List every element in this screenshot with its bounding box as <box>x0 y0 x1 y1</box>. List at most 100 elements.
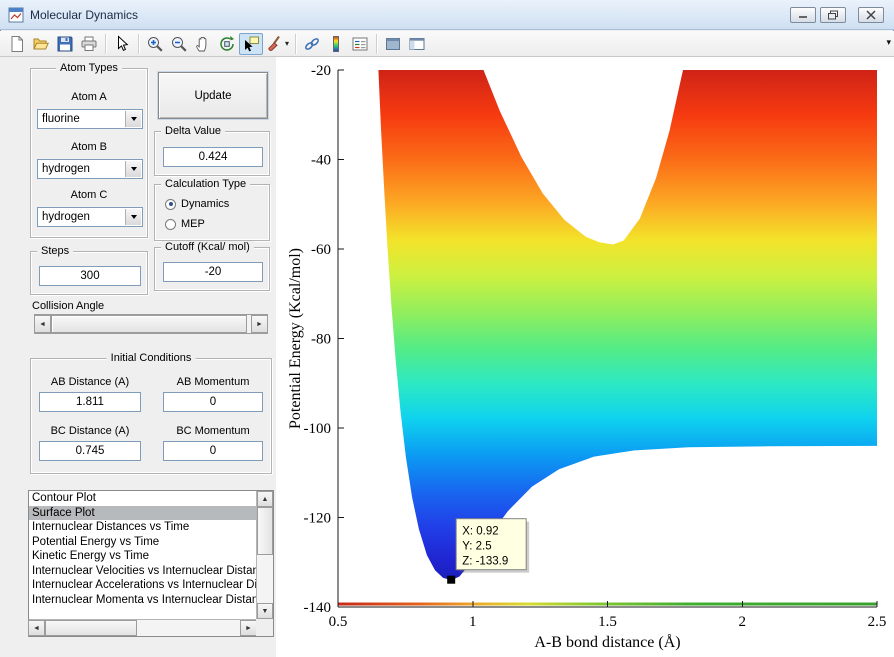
ab-distance-field[interactable] <box>39 392 141 412</box>
pan-icon <box>194 35 212 53</box>
show-plot-tools-button[interactable] <box>405 33 429 55</box>
slider-thumb[interactable] <box>51 315 247 333</box>
atom-a-dropdown[interactable]: fluorine <box>37 109 143 129</box>
list-item[interactable]: Internuclear Distances vs Time <box>29 520 256 535</box>
link-plot-button[interactable] <box>300 33 324 55</box>
radio-mep-label: MEP <box>181 218 205 230</box>
scroll-up-arrow[interactable]: ▲ <box>257 491 273 507</box>
surface-plot[interactable]: 0.511.522.5-140-120-100-80-60-40-20A-B b… <box>276 57 894 657</box>
edit-plot-button[interactable] <box>110 33 134 55</box>
atom-b-dropdown[interactable]: hydrogen <box>37 159 143 179</box>
toolbar-overflow-arrow[interactable]: ▾ <box>886 37 891 48</box>
new-file-button[interactable] <box>5 33 29 55</box>
zoom-in-button[interactable] <box>143 33 167 55</box>
insert-colorbar-button[interactable] <box>324 33 348 55</box>
atom-a-value: fluorine <box>42 113 80 125</box>
print-button[interactable] <box>77 33 101 55</box>
radio-mep[interactable]: MEP <box>165 218 205 230</box>
rotate-3d-button[interactable] <box>215 33 239 55</box>
update-button[interactable]: Update <box>158 72 268 119</box>
insert-legend-icon <box>351 35 369 53</box>
cutoff-panel: Cutoff (Kcal/ mol) <box>154 247 270 291</box>
ab-momentum-label: AB Momentum <box>163 376 263 388</box>
calculation-type-title: Calculation Type <box>161 178 250 190</box>
scroll-right-arrow[interactable]: ► <box>240 620 257 636</box>
vertical-scroll-thumb[interactable] <box>257 507 273 555</box>
dropdown-button[interactable] <box>125 111 141 127</box>
list-item[interactable]: Surface Plot <box>29 506 256 521</box>
open-file-button[interactable] <box>29 33 53 55</box>
radio-dynamics[interactable]: Dynamics <box>165 198 229 210</box>
svg-text:-80: -80 <box>311 332 331 348</box>
figure-icon <box>8 7 24 23</box>
svg-text:2: 2 <box>739 614 747 630</box>
collision-angle-slider[interactable]: ◄ ► <box>34 314 268 334</box>
brush-icon <box>266 35 284 53</box>
hide-plot-tools-button[interactable] <box>381 33 405 55</box>
pan-button[interactable] <box>191 33 215 55</box>
svg-text:Z: -133.9: Z: -133.9 <box>462 556 508 568</box>
bc-momentum-field[interactable] <box>163 441 263 461</box>
list-vertical-scrollbar[interactable]: ▲ ▼ <box>256 491 273 619</box>
insert-legend-button[interactable] <box>348 33 372 55</box>
horizontal-scroll-thumb[interactable] <box>45 620 137 636</box>
ab-momentum-field[interactable] <box>163 392 263 412</box>
bc-distance-field[interactable] <box>39 441 141 461</box>
window-title: Molecular Dynamics <box>30 8 138 22</box>
toolbar-separator <box>295 34 296 54</box>
brush-dropdown-arrow[interactable]: ▾ <box>285 39 289 48</box>
restore-button[interactable] <box>820 7 846 23</box>
minimize-icon <box>797 10 809 19</box>
close-button[interactable] <box>858 7 884 23</box>
steps-title: Steps <box>37 245 73 257</box>
scroll-left-arrow[interactable]: ◄ <box>28 620 45 636</box>
cutoff-field[interactable] <box>163 262 263 282</box>
atom-c-dropdown[interactable]: hydrogen <box>37 207 143 227</box>
list-item[interactable]: Internuclear Momenta vs Internuclear Dis… <box>29 593 256 608</box>
svg-text:-20: -20 <box>311 63 331 79</box>
zoom-out-icon <box>170 35 188 53</box>
scroll-down-arrow[interactable]: ▼ <box>257 603 273 619</box>
list-item[interactable]: Internuclear Velocities vs Internuclear … <box>29 564 256 579</box>
save-button[interactable] <box>53 33 77 55</box>
insert-colorbar-icon <box>327 35 345 53</box>
minimize-button[interactable] <box>790 7 816 23</box>
svg-text:A-B bond distance (Å): A-B bond distance (Å) <box>534 633 680 651</box>
svg-text:0.5: 0.5 <box>329 614 348 630</box>
new-file-icon <box>8 35 26 53</box>
radio-dynamics-label: Dynamics <box>181 198 229 210</box>
atom-a-label: Atom A <box>31 91 147 103</box>
delta-value-field[interactable] <box>163 147 263 167</box>
open-file-icon <box>32 35 50 53</box>
delta-value-title: Delta Value <box>161 125 225 137</box>
dropdown-button[interactable] <box>125 161 141 177</box>
atom-c-value: hydrogen <box>42 211 90 223</box>
calculation-type-panel: Calculation Type Dynamics MEP <box>154 184 270 241</box>
slider-left-arrow[interactable]: ◄ <box>34 315 51 333</box>
plot-type-list[interactable]: Contour PlotSurface PlotInternuclear Dis… <box>29 491 256 619</box>
radio-selected-icon <box>165 199 176 210</box>
close-icon <box>865 10 877 20</box>
dropdown-button[interactable] <box>125 209 141 225</box>
atom-types-title: Atom Types <box>56 62 122 74</box>
list-item[interactable]: Contour Plot <box>29 491 256 506</box>
svg-text:Y: 2.5: Y: 2.5 <box>462 541 491 553</box>
steps-panel: Steps <box>30 251 148 295</box>
plot-type-listbox: Contour PlotSurface PlotInternuclear Dis… <box>28 490 274 637</box>
svg-text:-120: -120 <box>304 511 332 527</box>
zoom-out-button[interactable] <box>167 33 191 55</box>
svg-text:X: 0.92: X: 0.92 <box>462 526 498 538</box>
titlebar[interactable]: Molecular Dynamics <box>0 0 894 30</box>
save-icon <box>56 35 74 53</box>
brush-button[interactable] <box>263 33 287 55</box>
slider-right-arrow[interactable]: ► <box>251 315 268 333</box>
list-item[interactable]: Potential Energy vs Time <box>29 535 256 550</box>
data-cursor-button[interactable] <box>239 33 263 55</box>
list-horizontal-scrollbar[interactable]: ◄ ► <box>29 619 256 636</box>
data-cursor-icon <box>242 35 260 53</box>
scrollbar-corner <box>256 619 273 636</box>
delta-value-panel: Delta Value <box>154 131 270 176</box>
steps-field[interactable] <box>39 266 141 286</box>
list-item[interactable]: Kinetic Energy vs Time <box>29 549 256 564</box>
list-item[interactable]: Internuclear Accelerations vs Internucle… <box>29 578 256 593</box>
